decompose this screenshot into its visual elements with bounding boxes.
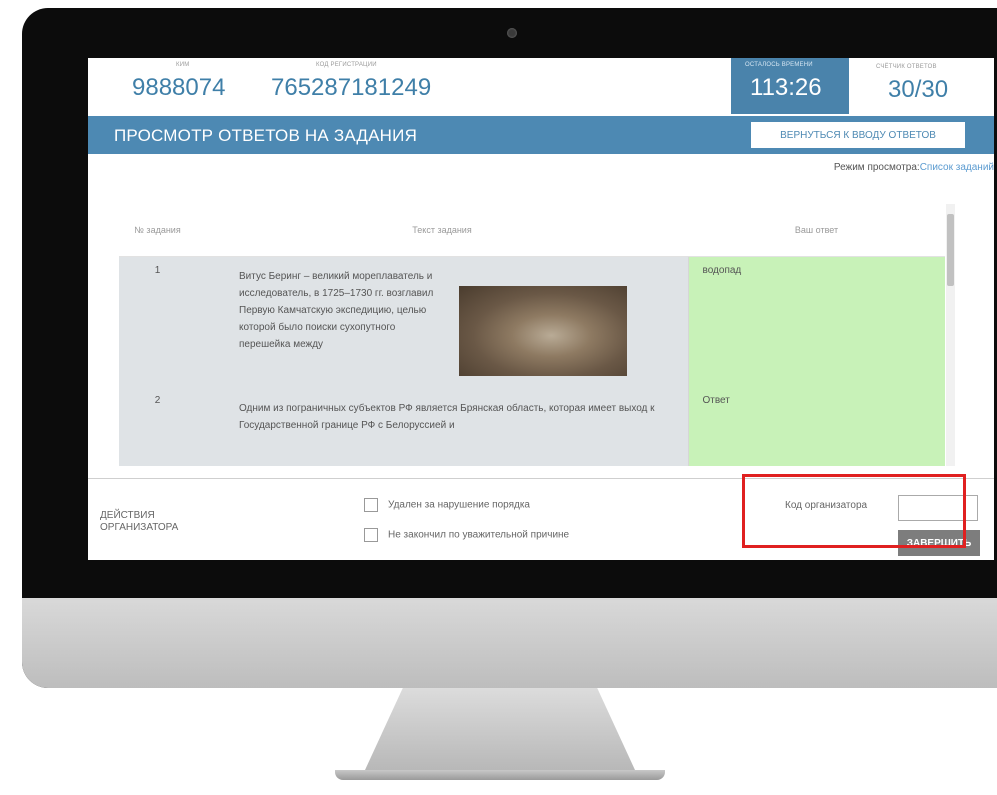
page-title: ПРОСМОТР ОТВЕТОВ НА ЗАДАНИЯ [114,126,418,145]
incomplete-checkbox-row[interactable]: Не закончил по уважительной причине [364,528,569,542]
portrait-image [459,286,627,376]
organizer-label-line2: ОРГАНИЗАТОРА [100,522,179,533]
timer-label: ОСТАЛОСЬ ВРЕМЕНИ [745,62,813,68]
row-num: 2 [119,387,196,466]
removed-checkbox-row[interactable]: Удален за нарушение порядка [364,498,530,512]
timer-value: 113:26 [750,74,822,101]
col-text-header: Текст задания [196,204,688,257]
scrollbar-thumb[interactable] [947,214,954,286]
row-text-cell: Витус Беринг – великий мореплаватель и и… [196,256,688,387]
monitor-frame: КИМ 9888074 КОД РЕГИСТРАЦИИ 765287181249… [22,8,997,688]
registration-label: КОД РЕГИСТРАЦИИ [316,62,377,68]
answers-table: № задания Текст задания Ваш ответ 1 Виту… [119,204,953,466]
table-row[interactable]: 2 Одним из пограничных субъектов РФ явля… [119,387,945,466]
registration-value: 765287181249 [271,74,432,101]
row-num: 1 [119,256,196,387]
view-mode: Режим просмотра:Список заданий [834,162,994,173]
organizer-label-line1: ДЕЙСТВИЯ [100,510,155,521]
code-label: КИМ [176,62,190,68]
answer-cell[interactable]: Ответ [687,387,945,466]
answers-value: 30/30 [888,76,949,103]
answers-label: СЧЁТЧИК ОТВЕТОВ [876,64,937,70]
monitor-stand [365,688,635,770]
highlight-frame [742,474,966,548]
col-answer-header: Ваш ответ [688,204,945,257]
monitor-chin [22,598,997,688]
back-to-answers-button[interactable]: ВЕРНУТЬСЯ К ВВОДУ ОТВЕТОВ [751,122,965,148]
camera-icon [507,28,517,38]
task-text: Одним из пограничных субъектов РФ являет… [239,403,655,431]
incomplete-checkbox-label: Не закончил по уважительной причине [388,529,570,541]
answer-cell[interactable]: водопад [687,256,945,387]
task-text: Витус Беринг – великий мореплаватель и и… [239,271,434,350]
col-num-header: № задания [119,204,196,257]
table-row[interactable]: 1 Витус Беринг – великий мореплаватель и… [119,256,945,387]
monitor-stand-base [335,770,665,780]
incomplete-checkbox[interactable] [364,528,378,542]
code-value: 9888074 [132,74,226,101]
view-mode-label: Режим просмотра: [833,162,920,173]
row-text-cell: Одним из пограничных субъектов РФ являет… [196,387,688,466]
removed-checkbox-label: Удален за нарушение порядка [388,499,530,511]
removed-checkbox[interactable] [364,498,378,512]
view-mode-link[interactable]: Список заданий [920,162,994,173]
table-header-row: № задания Текст задания Ваш ответ [119,204,945,257]
timer-box: ОСТАЛОСЬ ВРЕМЕНИ 113:26 [731,58,849,114]
organizer-label: ДЕЙСТВИЯ ОРГАНИЗАТОРА [100,510,178,534]
